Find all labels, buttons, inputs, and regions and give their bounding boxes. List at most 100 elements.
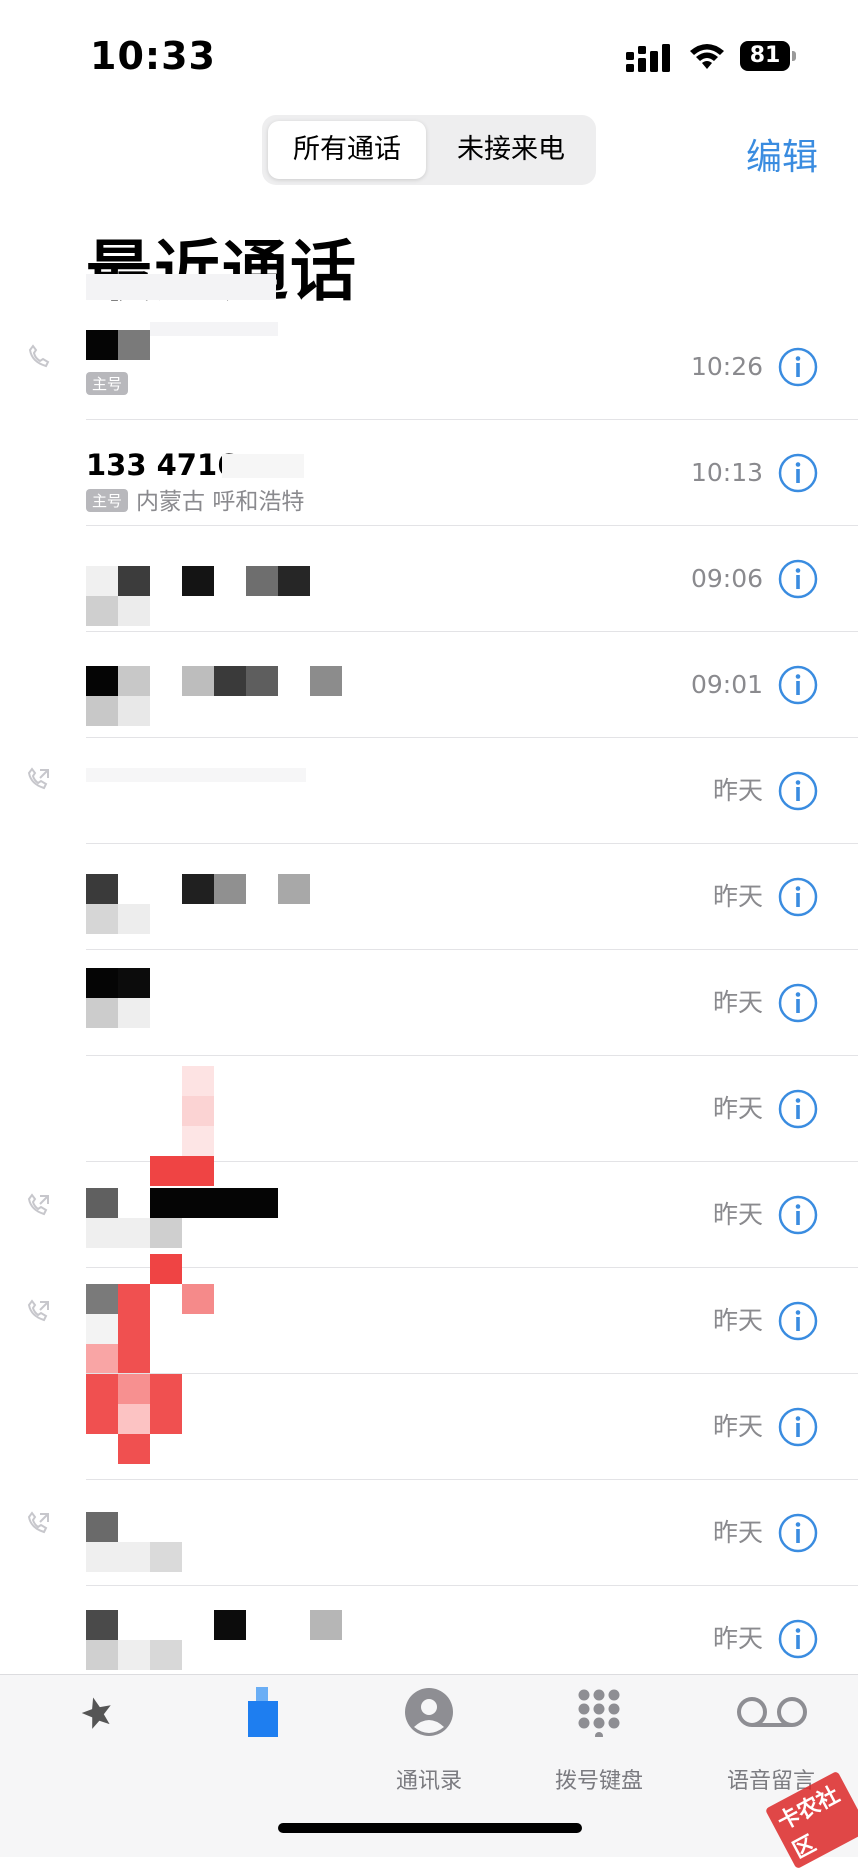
redacted-name — [310, 666, 342, 696]
tab-recents[interactable] — [186, 1675, 336, 1825]
caller-number: 133 4716 — [86, 448, 238, 482]
info-icon[interactable] — [778, 1195, 818, 1235]
redacted-name — [86, 666, 118, 696]
info-icon[interactable] — [778, 665, 818, 705]
primary-line-badge: 主号 — [86, 372, 129, 395]
redacted-name — [278, 874, 310, 904]
call-row[interactable]: 09:01 — [0, 632, 858, 738]
redacted-name — [182, 1066, 214, 1096]
call-row[interactable]: 主号 10:26 — [0, 274, 858, 420]
call-time: 昨天 — [712, 1094, 763, 1123]
redacted-name — [214, 666, 246, 696]
call-row[interactable]: 昨天 — [0, 950, 858, 1056]
redacted-name — [86, 904, 118, 934]
info-icon[interactable] — [778, 1089, 818, 1129]
redacted-name — [214, 1610, 246, 1640]
redacted-name — [118, 566, 150, 596]
edit-button[interactable]: 编辑 — [746, 128, 818, 180]
redacted-name — [86, 1610, 118, 1640]
redacted-name — [118, 968, 150, 998]
info-icon[interactable] — [778, 983, 818, 1023]
outgoing-call-icon — [27, 1511, 49, 1534]
redacted-name — [86, 1188, 118, 1218]
call-row[interactable]: 09:06 — [0, 526, 858, 632]
info-icon[interactable] — [778, 1619, 818, 1659]
redacted-name — [118, 1640, 150, 1670]
home-indicator[interactable] — [278, 1823, 582, 1833]
redacted-name — [118, 904, 150, 934]
call-time: 昨天 — [712, 1200, 763, 1229]
call-time: 09:01 — [690, 670, 763, 699]
person-circle-icon — [405, 1688, 453, 1736]
call-time: 昨天 — [712, 988, 763, 1017]
redacted-name — [86, 1404, 118, 1434]
redacted-name — [86, 1374, 118, 1404]
call-row[interactable]: 昨天 — [0, 1480, 858, 1586]
redacted-name — [214, 874, 246, 904]
star-icon — [81, 1697, 111, 1729]
call-row[interactable]: 昨天 — [0, 1056, 858, 1162]
info-icon[interactable] — [778, 1513, 818, 1553]
redacted-name — [182, 1284, 214, 1314]
redacted-name — [182, 666, 214, 696]
info-icon[interactable] — [778, 1407, 818, 1447]
redacted-name — [86, 874, 118, 904]
redacted-number — [222, 454, 304, 478]
call-time: 昨天 — [712, 1412, 763, 1441]
call-row[interactable]: 昨天 — [0, 1156, 858, 1268]
segment-all-calls[interactable]: 所有通话 — [268, 121, 426, 179]
info-icon[interactable] — [778, 877, 818, 917]
call-row[interactable]: 昨天 — [0, 844, 858, 950]
redacted-name — [118, 696, 150, 726]
redacted-name — [118, 1374, 150, 1404]
battery-level: 81 — [740, 41, 790, 71]
redacted-name — [86, 1542, 150, 1572]
call-row[interactable]: 昨天 — [0, 738, 858, 844]
tab-keypad[interactable]: 拨号键盘 — [524, 1675, 674, 1825]
redacted-name — [86, 1218, 150, 1248]
redacted-name — [278, 566, 310, 596]
info-icon[interactable] — [778, 453, 818, 493]
redacted-name — [182, 566, 214, 596]
redacted-name — [86, 998, 118, 1028]
battery-indicator: 81 — [740, 41, 796, 71]
info-icon[interactable] — [778, 347, 818, 387]
call-row[interactable]: 昨天 — [0, 1374, 858, 1480]
redacted-name — [150, 1188, 278, 1218]
redacted-name — [150, 1640, 182, 1670]
call-time: 昨天 — [712, 776, 763, 805]
redacted-name — [86, 566, 118, 596]
info-icon[interactable] — [778, 771, 818, 811]
tab-contacts[interactable]: 通讯录 — [354, 1675, 504, 1825]
redacted-name — [118, 596, 150, 626]
redacted-name — [86, 1512, 118, 1542]
call-row[interactable]: 133 4716 主号 内蒙古 呼和浩特 10:13 — [0, 420, 858, 526]
redacted-name — [150, 1218, 182, 1248]
call-time: 昨天 — [712, 1518, 763, 1547]
clock-icon — [248, 1687, 278, 1737]
redacted-name — [86, 596, 118, 626]
info-icon[interactable] — [778, 1301, 818, 1341]
redacted-name — [118, 1344, 150, 1374]
segment-missed-calls[interactable]: 未接来电 — [432, 121, 590, 179]
redacted-name — [86, 1314, 118, 1344]
call-filter-segmented-control: 所有通话 未接来电 — [262, 115, 596, 185]
tab-favorites[interactable] — [22, 1675, 172, 1825]
call-row[interactable]: 昨天 — [0, 1254, 858, 1374]
tab-label-keypad: 拨号键盘 — [554, 1769, 643, 1794]
redacted-name — [182, 1126, 214, 1156]
info-icon[interactable] — [778, 559, 818, 599]
status-bar: 10:33 81 — [0, 0, 858, 110]
redacted-name — [118, 1404, 150, 1434]
cellular-signal-icon — [626, 44, 670, 72]
redacted-name — [182, 1096, 214, 1126]
redacted-name — [150, 322, 278, 336]
tab-label-contacts: 通讯录 — [395, 1769, 462, 1794]
redacted-name — [150, 1542, 182, 1572]
call-time: 10:26 — [690, 352, 763, 381]
outgoing-call-icon — [27, 1299, 49, 1322]
call-time: 昨天 — [712, 882, 763, 911]
watermark-logo: 卡农社区 — [748, 1770, 858, 1869]
wifi-icon — [690, 44, 724, 69]
redacted-name — [86, 330, 118, 360]
